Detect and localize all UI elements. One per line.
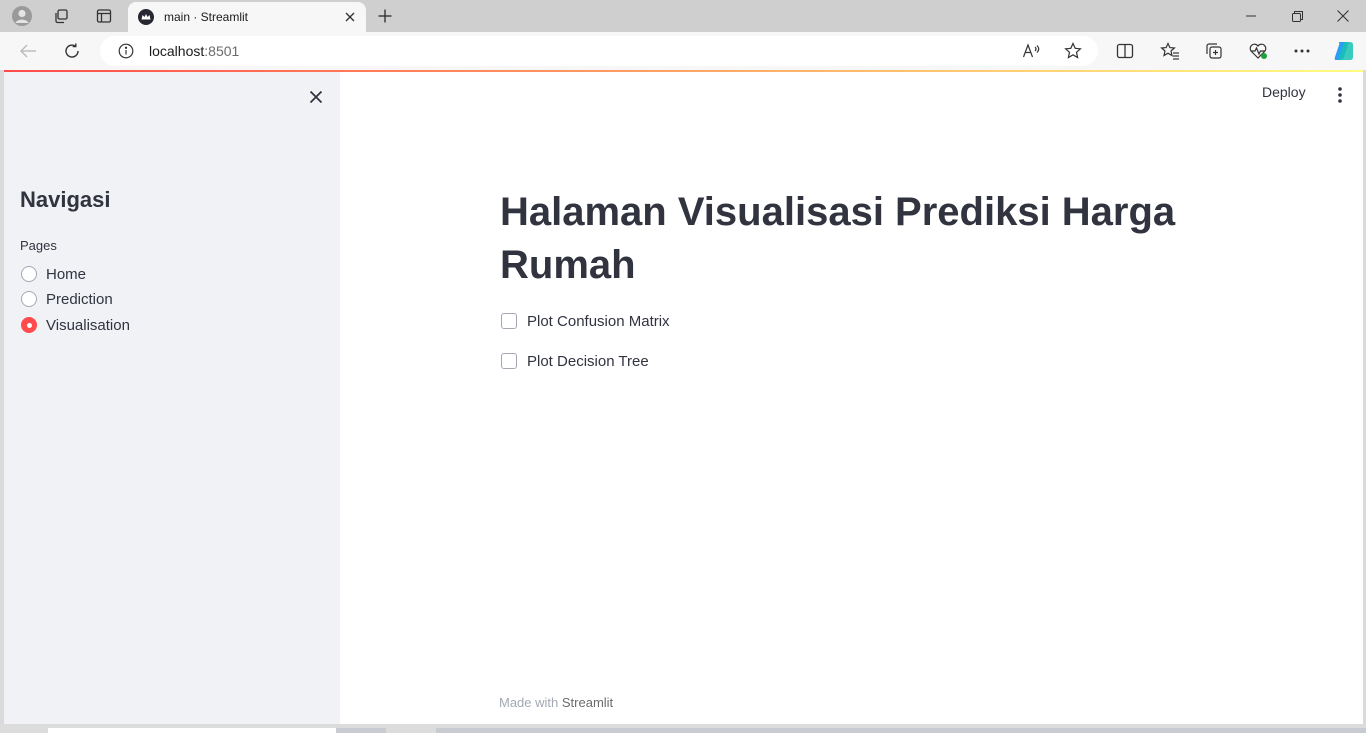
radio-button[interactable] [21,266,37,282]
plus-icon[interactable] [372,4,398,28]
radio-option-prediction[interactable]: Prediction [21,288,113,310]
radio-option-visualisation[interactable]: Visualisation [21,314,130,336]
workspaces-icon[interactable] [48,4,76,28]
taskbar-segment [48,728,336,733]
checkbox[interactable] [501,353,517,369]
minimize-icon[interactable] [1228,0,1274,32]
radio-label: Prediction [46,290,113,308]
taskbar-segment [436,728,1366,733]
checkbox-plot-confusion-matrix[interactable]: Plot Confusion Matrix [501,310,670,332]
radio-button-selected[interactable] [21,317,37,333]
sidebar-close-icon[interactable] [304,85,328,109]
url-host: localhost [149,43,205,59]
radio-label: Home [46,265,87,283]
address-bar[interactable]: localhost:8501 [100,36,1098,66]
url-port: :8501 [204,43,240,59]
close-icon[interactable] [1320,0,1366,32]
url-text: localhost:8501 [149,43,239,59]
taskbar-segment [336,728,386,733]
profile-icon[interactable] [8,4,36,28]
checkbox-label: Plot Confusion Matrix [527,312,670,330]
main-menu-icon[interactable] [1328,83,1352,107]
split-screen-icon[interactable] [1110,37,1140,65]
tab-actions-icon[interactable] [90,4,118,28]
checkbox-label: Plot Decision Tree [527,352,649,370]
page-title: Halaman Visualisasi Prediksi Harga Rumah [500,190,1176,287]
deploy-button[interactable]: Deploy [1262,84,1306,100]
star-icon[interactable] [1061,40,1085,62]
header-decoration-bar [4,70,1363,72]
sidebar: Navigasi Pages Home Prediction Visualisa… [4,70,340,724]
sidebar-title: Navigasi [20,187,111,212]
footer: Made with Streamlit [499,695,613,710]
radio-label: Visualisation [46,316,130,334]
copilot-icon[interactable] [1329,37,1359,65]
reload-icon[interactable] [57,37,87,65]
browser-tab[interactable]: main · Streamlit [128,2,366,32]
page-viewport: Navigasi Pages Home Prediction Visualisa… [4,70,1363,724]
radio-button[interactable] [21,291,37,307]
checkbox-plot-decision-tree[interactable]: Plot Decision Tree [501,350,649,372]
favorites-icon[interactable] [1155,37,1185,65]
footer-prefix: Made with [499,695,562,710]
tab-close-icon[interactable] [338,5,362,29]
collections-icon[interactable] [1199,37,1229,65]
restore-icon[interactable] [1274,0,1320,32]
tab-title: main · Streamlit [164,10,249,24]
browser-toolbar: localhost:8501 [0,32,1366,70]
more-dots-icon[interactable] [1287,37,1317,65]
radio-option-home[interactable]: Home [21,263,86,285]
footer-streamlit-link[interactable]: Streamlit [562,695,613,710]
radio-group-label: Pages [20,238,57,253]
info-icon[interactable] [116,41,136,61]
checkbox[interactable] [501,313,517,329]
back-arrow-icon[interactable] [13,37,43,65]
heartbeat-icon[interactable] [1243,37,1273,65]
browser-tab-bar: main · Streamlit [0,0,1366,32]
streamlit-crown-icon [138,9,154,25]
read-aloud-icon[interactable] [1020,40,1044,62]
